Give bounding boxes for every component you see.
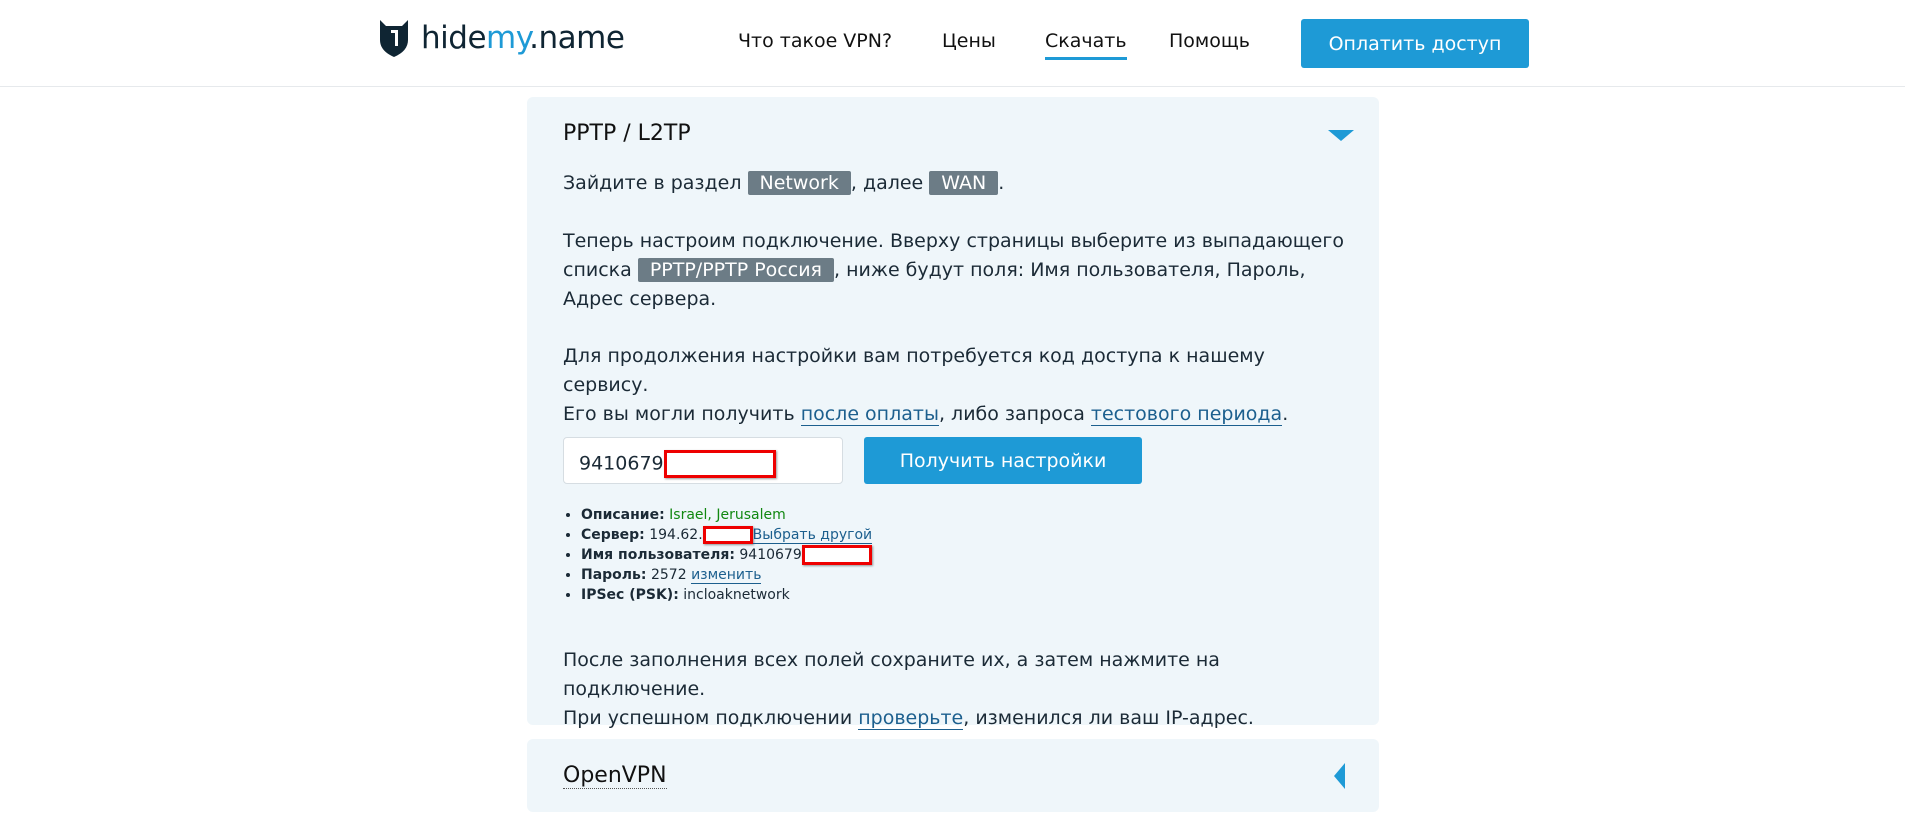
nav-download[interactable]: Скачать — [1045, 30, 1127, 60]
access-code-input[interactable]: 9410679 — [563, 437, 843, 484]
collapse-caret-icon[interactable] — [1328, 130, 1354, 141]
nav-what-is-vpn[interactable]: Что такое VPN? — [738, 30, 892, 52]
redaction-box — [801, 545, 872, 565]
shield-logo-icon — [380, 20, 408, 57]
nav-prices[interactable]: Цены — [942, 30, 996, 52]
trial-period-link[interactable]: тестового периода — [1090, 403, 1283, 426]
site-header: hidemy.name Что такое VPN? Цены Скачать … — [0, 0, 1905, 87]
settings-list: Описание: Israel, Jerusalem Сервер: 194.… — [581, 505, 873, 605]
section-title[interactable]: PPTP / L2TP — [563, 121, 691, 146]
tag-network: Network — [747, 171, 851, 195]
logo-text: hide — [421, 20, 487, 56]
pay-access-button[interactable]: Оплатить доступ — [1301, 19, 1529, 68]
logo[interactable]: hidemy.name — [377, 18, 625, 58]
tag-pptp-russia: PPTP/PPTP Россия — [637, 258, 834, 282]
pptp-section: PPTP / L2TP Зайдите в раздел Network, да… — [527, 97, 1379, 730]
change-password-link[interactable]: изменить — [691, 567, 762, 584]
final-text: После заполнения всех полей сохраните их… — [563, 649, 1254, 730]
openvpn-section[interactable]: OpenVPN — [527, 739, 1379, 812]
expand-caret-icon[interactable] — [1334, 763, 1345, 789]
step2-text: Теперь настроим подключение. Вверху стра… — [563, 230, 1344, 310]
list-item: Сервер: 194.62.Выбрать другой — [581, 525, 873, 545]
check-ip-link[interactable]: проверьте — [858, 707, 964, 730]
list-item: Имя пользователя: 9410679 — [581, 545, 872, 565]
list-item: Описание: Israel, Jerusalem — [581, 505, 872, 525]
redaction-box — [702, 526, 753, 544]
logo-text-accent: my — [486, 20, 530, 56]
nav-help[interactable]: Помощь — [1169, 30, 1250, 52]
tag-wan: WAN — [929, 171, 999, 195]
choose-other-server-link[interactable]: Выбрать другой — [752, 527, 873, 544]
list-item: Пароль: 2572 изменить — [581, 565, 872, 585]
section-title[interactable]: OpenVPN — [563, 763, 667, 789]
step1-text: Зайдите в раздел Network, далее WAN. — [563, 171, 1005, 195]
step3-text: Для продолжения настройки вам потребуетс… — [563, 345, 1289, 426]
logo-text-suffix: .name — [529, 20, 625, 56]
redaction-box — [663, 450, 776, 478]
after-payment-link[interactable]: после оплаты — [800, 403, 939, 426]
get-settings-button[interactable]: Получить настройки — [864, 437, 1142, 484]
list-item: IPSec (PSK): incloaknetwork — [581, 585, 872, 605]
